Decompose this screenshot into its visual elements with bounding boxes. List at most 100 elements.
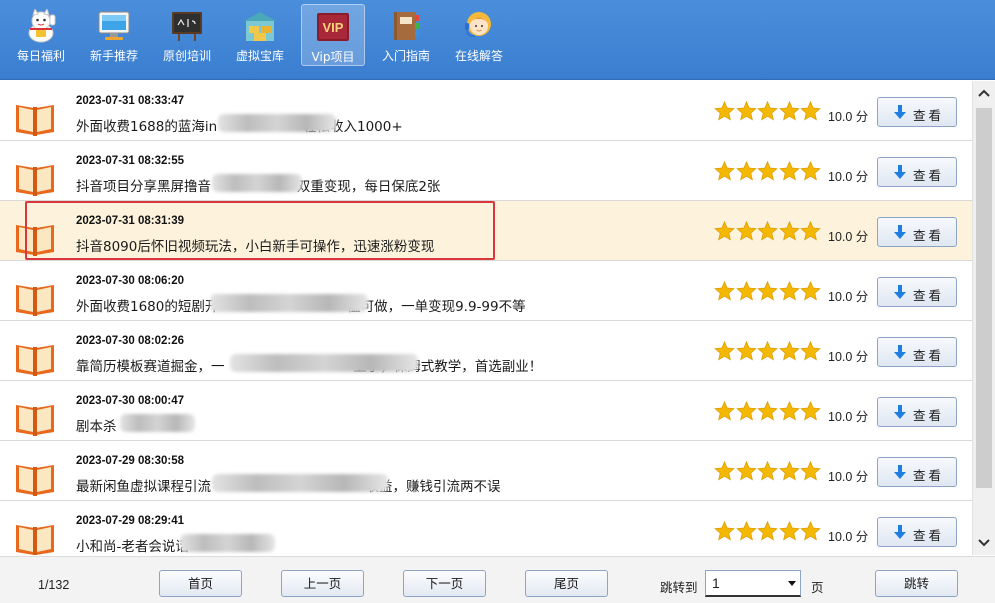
- view-button-label: 查看: [913, 528, 945, 543]
- scrollbar-thumb[interactable]: [976, 108, 992, 488]
- scroll-down-icon[interactable]: [973, 529, 995, 555]
- book-icon: [16, 345, 54, 376]
- censor-blur: [120, 414, 195, 432]
- star-icon: [757, 100, 778, 121]
- book-icon: [16, 405, 54, 436]
- list-item[interactable]: 2023-07-31 08:32:55 抖音项目分享黑屏撸音 双重变现，每日保底2…: [0, 141, 972, 201]
- star-icon: [714, 160, 735, 181]
- item-score: 10.0 分: [828, 470, 869, 484]
- prev-page-button[interactable]: 上一页: [281, 570, 364, 597]
- chevron-down-icon[interactable]: [788, 581, 796, 586]
- download-arrow-icon: [894, 165, 906, 179]
- guide-book-icon: [394, 12, 419, 40]
- star-icon: [735, 100, 757, 121]
- list-item[interactable]: 2023-07-30 08:06:20 外面收费1680的短剧开 槛可做，一单变现…: [0, 261, 972, 321]
- view-button-label: 查看: [913, 288, 945, 303]
- star-icon: [714, 340, 735, 361]
- view-button[interactable]: 查看: [877, 277, 957, 307]
- rating-stars: [714, 340, 822, 364]
- toolbar-item-daily-welfare[interactable]: 每日福利: [9, 4, 73, 66]
- star-icon: [735, 460, 757, 481]
- list-item[interactable]: 2023-07-30 08:00:47 剧本杀 10.0 分 查看: [0, 381, 972, 441]
- view-button[interactable]: 查看: [877, 97, 957, 127]
- toolbar-label: 新手推荐: [89, 49, 138, 63]
- page-select[interactable]: 1: [705, 570, 801, 597]
- toolbar-item-online-answer[interactable]: 在线解答: [447, 4, 511, 66]
- star-icon: [714, 460, 735, 481]
- toolbar-item-beginner-guide[interactable]: 入门指南: [374, 4, 438, 66]
- list-item[interactable]: 2023-07-31 08:31:39 抖音8090后怀旧视频玩法，小白新手可操作…: [0, 201, 972, 261]
- support-agent-icon: [465, 12, 491, 37]
- view-button[interactable]: 查看: [877, 517, 957, 547]
- item-score: 10.0 分: [828, 410, 869, 424]
- star-icon: [714, 400, 735, 421]
- star-icon: [714, 100, 735, 121]
- star-icon: [735, 400, 757, 421]
- rating-stars: [714, 160, 822, 184]
- star-icon: [757, 520, 778, 541]
- view-button-label: 查看: [913, 168, 945, 183]
- jump-button[interactable]: 跳转: [875, 570, 958, 597]
- list-item[interactable]: 2023-07-29 08:29:41 小和尚-老者会说话 10.0 分 查看: [0, 501, 972, 555]
- toolbar-label: 在线解答: [454, 49, 503, 63]
- next-page-button[interactable]: 下一页: [403, 570, 486, 597]
- star-icon: [757, 460, 778, 481]
- list-item[interactable]: 2023-07-29 08:30:58 最新闲鱼虚拟课程引流 收益，赚钱引流两不误…: [0, 441, 972, 501]
- jump-to-label: 跳转到: [660, 580, 698, 595]
- item-title[interactable]: 剧本杀: [76, 415, 117, 435]
- item-date: 2023-07-30 08:06:20: [76, 275, 185, 287]
- item-title[interactable]: 抖音8090后怀旧视频玩法，小白新手可操作，迅速涨粉变现: [76, 235, 434, 255]
- app-window: 每日福利 新手推荐 原创培训 虚拟宝库 VIP Vip项目 入门指南 在线解答 …: [0, 0, 995, 603]
- rating-stars: [714, 400, 822, 424]
- book-icon: [16, 285, 54, 316]
- toolbar-item-original-training[interactable]: 原创培训: [155, 4, 219, 66]
- project-list: 2023-07-31 08:33:47 外面收费1688的蓝海in 轻松收入100…: [0, 81, 972, 555]
- book-icon: [16, 225, 54, 256]
- star-icon: [757, 340, 778, 361]
- view-button-label: 查看: [913, 348, 945, 363]
- star-icon: [778, 220, 800, 241]
- view-button[interactable]: 查看: [877, 157, 957, 187]
- star-icon: [757, 220, 778, 241]
- item-date: 2023-07-31 08:31:39: [76, 215, 185, 227]
- toolbar-item-virtual-treasury[interactable]: 虚拟宝库: [228, 4, 292, 66]
- vip-icon: VIP: [317, 13, 349, 41]
- star-icon: [778, 460, 800, 481]
- view-button[interactable]: 查看: [877, 217, 957, 247]
- list-item[interactable]: 2023-07-30 08:02:26 靠简历模板赛道掘金，一 上手，保姆式教学，…: [0, 321, 972, 381]
- censor-blur: [218, 114, 336, 132]
- monitor-icon: [98, 11, 130, 40]
- last-page-button[interactable]: 尾页: [525, 570, 608, 597]
- star-icon: [714, 220, 735, 241]
- toolbar-item-vip-projects[interactable]: VIP Vip项目: [301, 4, 365, 66]
- download-arrow-icon: [894, 225, 906, 239]
- view-button[interactable]: 查看: [877, 457, 957, 487]
- item-score: 10.0 分: [828, 110, 869, 124]
- toolbar-item-newbie-recommend[interactable]: 新手推荐: [82, 4, 146, 66]
- book-icon: [16, 105, 54, 136]
- book-icon: [16, 525, 54, 555]
- item-date: 2023-07-30 08:00:47: [76, 395, 185, 407]
- first-page-button[interactable]: 首页: [159, 570, 242, 597]
- vertical-scrollbar[interactable]: [972, 81, 995, 555]
- view-button[interactable]: 查看: [877, 337, 957, 367]
- rating-stars: [714, 220, 822, 244]
- censor-blur: [180, 534, 275, 552]
- view-button[interactable]: 查看: [877, 397, 957, 427]
- view-button-label: 查看: [913, 228, 945, 243]
- item-score: 10.0 分: [828, 350, 869, 364]
- star-icon: [800, 520, 821, 541]
- list-item[interactable]: 2023-07-31 08:33:47 外面收费1688的蓝海in 轻松收入100…: [0, 81, 972, 141]
- star-icon: [714, 280, 735, 301]
- item-title[interactable]: 小和尚-老者会说话: [76, 535, 189, 555]
- item-date: 2023-07-30 08:02:26: [76, 335, 185, 347]
- star-icon: [778, 160, 800, 181]
- download-arrow-icon: [894, 285, 906, 299]
- item-score: 10.0 分: [828, 170, 869, 184]
- scroll-up-icon[interactable]: [973, 81, 995, 107]
- vip-icon-text: VIP: [323, 20, 344, 35]
- page-select-value: 1: [712, 575, 720, 591]
- top-toolbar: 每日福利 新手推荐 原创培训 虚拟宝库 VIP Vip项目 入门指南 在线解答: [0, 0, 995, 80]
- star-icon: [735, 220, 757, 241]
- star-icon: [800, 220, 821, 241]
